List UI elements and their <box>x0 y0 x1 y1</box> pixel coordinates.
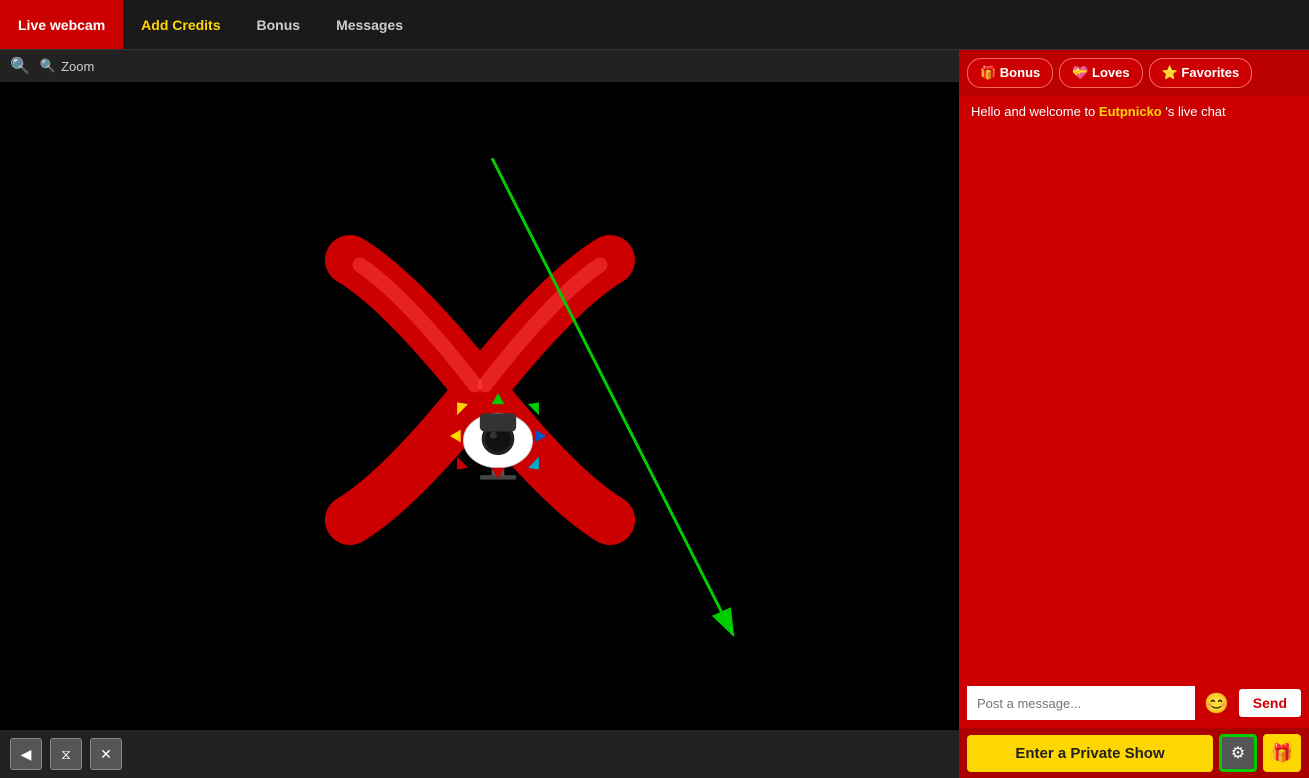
back-button[interactable]: ◀ <box>10 738 42 770</box>
chat-actions: 🎁 Bonus 💝 Loves ⭐ Favorites <box>959 50 1309 96</box>
private-show-button[interactable]: Enter a Private Show <box>967 735 1213 772</box>
emoji-button[interactable]: 😊 <box>1201 687 1233 719</box>
nav-add-credits[interactable]: Add Credits <box>123 0 238 49</box>
close-button[interactable]: ✕ <box>90 738 122 770</box>
settings-button[interactable]: ⚙ <box>1219 734 1257 772</box>
video-content <box>0 82 959 730</box>
chat-message-input[interactable] <box>967 686 1195 720</box>
video-area <box>0 82 959 730</box>
adjust-button[interactable]: ⧖ <box>50 738 82 770</box>
video-toolbar: 🔍 🔍 Zoom <box>0 50 959 82</box>
chat-messages-area[interactable] <box>959 127 1309 678</box>
private-show-bar: Enter a Private Show ⚙ 🎁 <box>959 728 1309 778</box>
gift-button[interactable]: 🎁 <box>1263 734 1301 772</box>
favorites-button[interactable]: ⭐ Favorites <box>1149 58 1253 88</box>
top-navigation: Live webcam Add Credits Bonus Messages <box>0 0 1309 50</box>
settings-icon: ⚙ <box>1231 743 1245 763</box>
chat-input-area: 😊 Send <box>959 678 1309 728</box>
chat-welcome-message: Hello and welcome to Eutpnicko 's live c… <box>959 96 1309 127</box>
bonus-button[interactable]: 🎁 Bonus <box>967 58 1053 88</box>
chat-panel: 🎁 Bonus 💝 Loves ⭐ Favorites Hello and we… <box>959 50 1309 778</box>
nav-live-webcam[interactable]: Live webcam <box>0 0 123 49</box>
loves-button[interactable]: 💝 Loves <box>1059 58 1142 88</box>
webcam-icon <box>438 386 558 486</box>
search-icon[interactable]: 🔍 <box>10 56 30 76</box>
nav-bonus[interactable]: Bonus <box>239 0 319 49</box>
gift-icon: 🎁 <box>1271 743 1293 764</box>
main-layout: 🔍 🔍 Zoom <box>0 50 1309 778</box>
send-button[interactable]: Send <box>1239 689 1301 717</box>
nav-messages[interactable]: Messages <box>318 0 421 49</box>
bottom-controls: ◀ ⧖ ✕ <box>0 730 959 778</box>
video-panel: 🔍 🔍 Zoom <box>0 50 959 778</box>
zoom-control[interactable]: 🔍 Zoom <box>40 58 94 74</box>
